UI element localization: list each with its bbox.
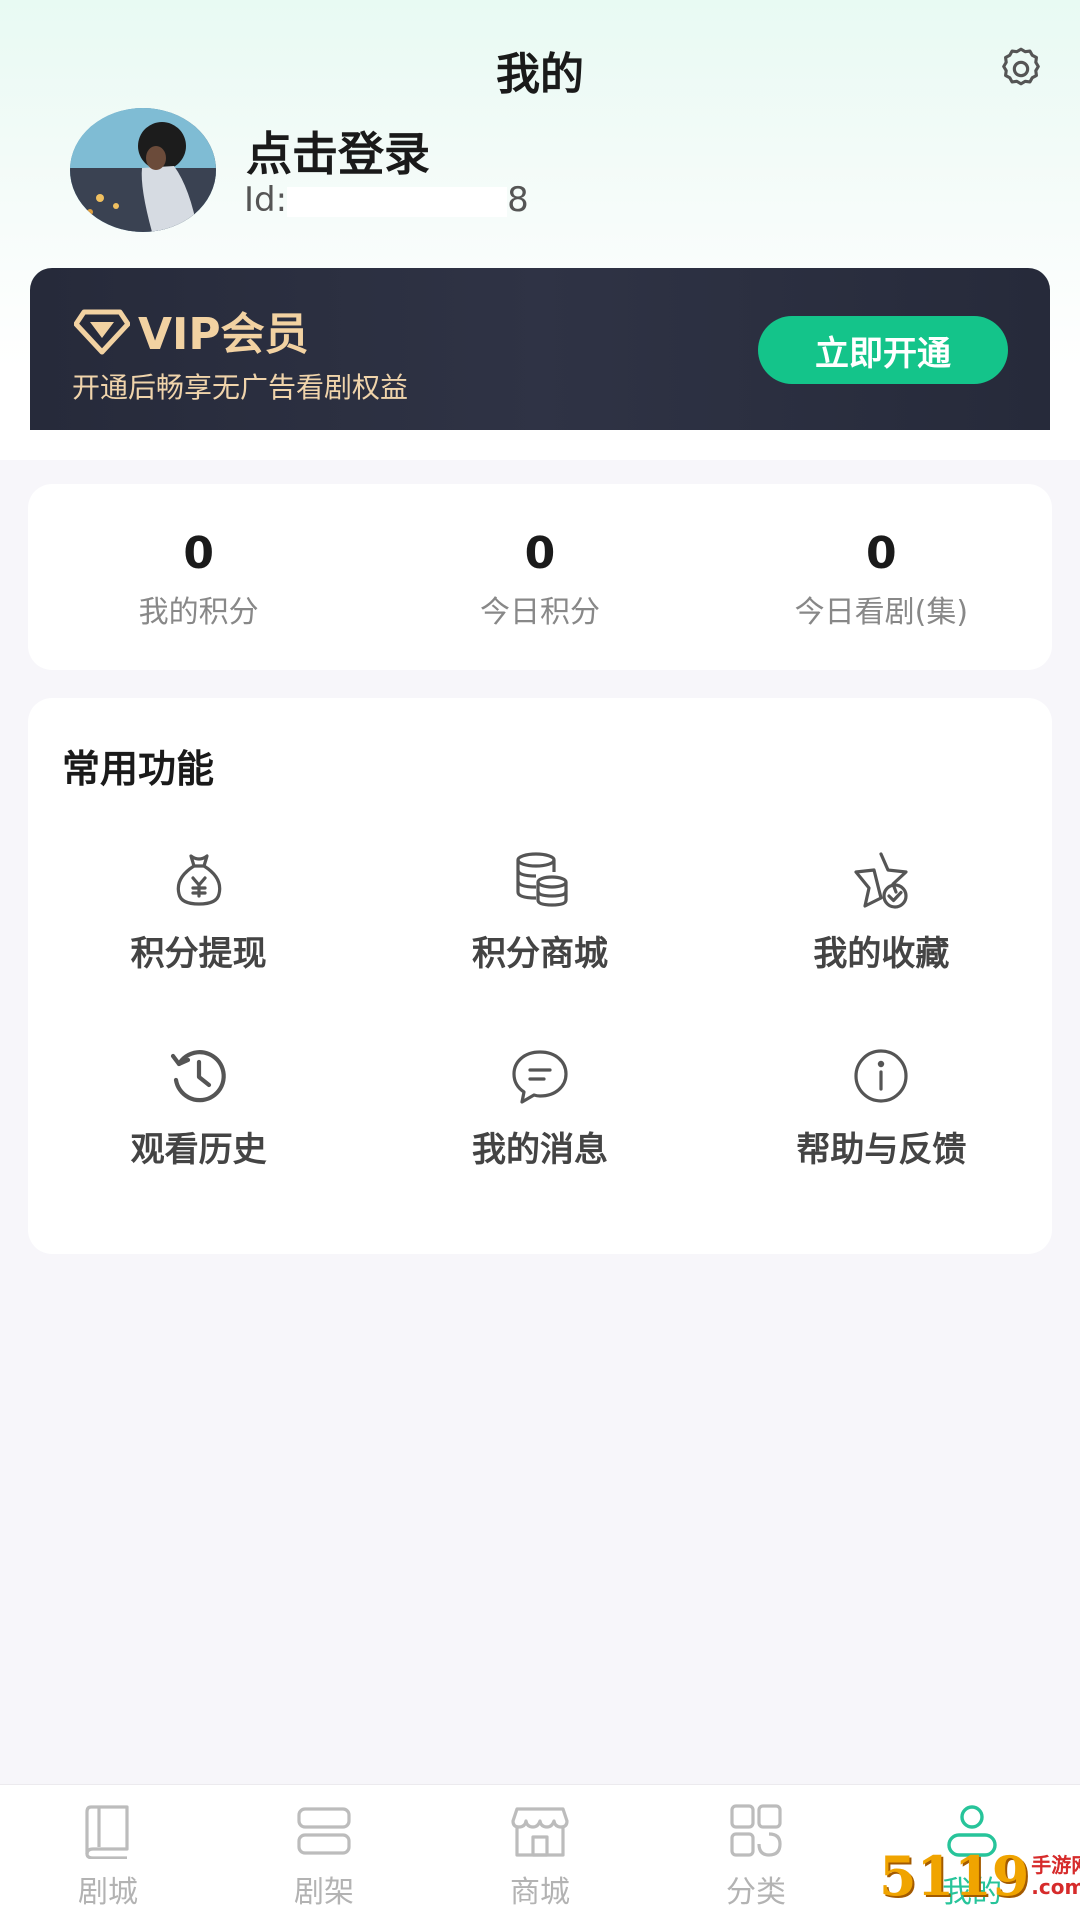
- stat-my-points[interactable]: 0 我的积分: [28, 484, 369, 670]
- money-bag-icon: [176, 854, 221, 906]
- login-link[interactable]: 点击登录: [246, 118, 430, 184]
- func-label: 积分商城: [471, 934, 608, 974]
- gear-icon: [1002, 47, 1040, 86]
- stat-label: 今日看剧(集): [794, 595, 969, 630]
- diamond-icon: [74, 309, 130, 355]
- watermark-logo: 5119 手游网 .com.cn: [879, 1836, 1080, 1916]
- functions-card: 常用功能 积分提现 积分商城 我的收藏 观看历史 我的消息 帮助与反馈: [28, 698, 1052, 1254]
- user-id-prefix: Id:: [244, 180, 288, 220]
- history-icon: [170, 1050, 226, 1103]
- stat-today-points[interactable]: 0 今日积分: [369, 484, 710, 670]
- tab-label: 剧架: [294, 1875, 354, 1910]
- user-id-suffix: 8: [507, 180, 529, 220]
- user-id-mask: [287, 186, 508, 217]
- watermark-text: 手游网: [1031, 1853, 1080, 1877]
- func-label: 帮助与反馈: [796, 1130, 967, 1170]
- func-points-withdraw[interactable]: 积分提现: [28, 848, 369, 1044]
- tab-category[interactable]: 分类: [648, 1785, 864, 1920]
- stat-label: 今日积分: [479, 595, 600, 630]
- func-label: 积分提现: [130, 934, 267, 974]
- stat-value: 0: [866, 528, 897, 579]
- stat-value: 0: [524, 528, 556, 579]
- vip-banner[interactable]: VIP会员 开通后畅享无广告看剧权益 立即开通: [30, 268, 1050, 430]
- shelf-icon: [297, 1807, 351, 1855]
- func-watch-history[interactable]: 观看历史: [28, 1044, 369, 1240]
- func-label: 我的消息: [471, 1130, 608, 1170]
- stats-card: 0 我的积分 0 今日积分 0 今日看剧(集): [28, 484, 1052, 670]
- tab-label: 剧城: [78, 1875, 138, 1910]
- tab-shelf[interactable]: 剧架: [216, 1785, 432, 1920]
- page-title: 我的: [496, 49, 584, 100]
- avatar-image: [70, 108, 216, 232]
- vip-description: 开通后畅享无广告看剧权益: [72, 371, 409, 404]
- func-help-feedback[interactable]: 帮助与反馈: [711, 1044, 1052, 1240]
- coins-stack-icon: [516, 852, 568, 907]
- func-my-messages[interactable]: 我的消息: [369, 1044, 710, 1240]
- tab-label: 商城: [510, 1875, 570, 1910]
- tab-theater[interactable]: 剧城: [0, 1785, 216, 1920]
- func-points-mall[interactable]: 积分商城: [369, 848, 710, 1044]
- avatar[interactable]: [70, 108, 216, 232]
- func-my-favorites[interactable]: 我的收藏: [711, 848, 1052, 1044]
- tab-store[interactable]: 商城: [432, 1785, 648, 1920]
- stat-today-episodes[interactable]: 0 今日看剧(集): [711, 484, 1052, 670]
- functions-title: 常用功能: [62, 747, 215, 791]
- functions-grid: 积分提现 积分商城 我的收藏 观看历史 我的消息 帮助与反馈: [28, 848, 1052, 1228]
- stat-value: 0: [183, 528, 214, 579]
- func-label: 我的收藏: [813, 934, 950, 974]
- user-id: Id: 8: [244, 180, 529, 220]
- watermark-domain: .com.cn: [1031, 1875, 1080, 1899]
- message-icon: [512, 1050, 568, 1104]
- store-icon: [511, 1807, 569, 1857]
- star-check-icon: [854, 852, 908, 909]
- vip-title: VIP会员: [138, 309, 309, 360]
- stat-label: 我的积分: [138, 595, 259, 630]
- book-icon: [85, 1805, 129, 1859]
- category-icon: [730, 1804, 782, 1857]
- vip-open-button[interactable]: 立即开通: [758, 316, 1008, 384]
- tab-label: 分类: [726, 1875, 786, 1910]
- info-icon: [854, 1049, 908, 1103]
- watermark-number: 5119: [878, 1844, 1030, 1908]
- func-label: 观看历史: [130, 1130, 267, 1170]
- watermark-text-group: 手游网 .com.cn: [1029, 1854, 1080, 1898]
- settings-button[interactable]: [994, 42, 1048, 96]
